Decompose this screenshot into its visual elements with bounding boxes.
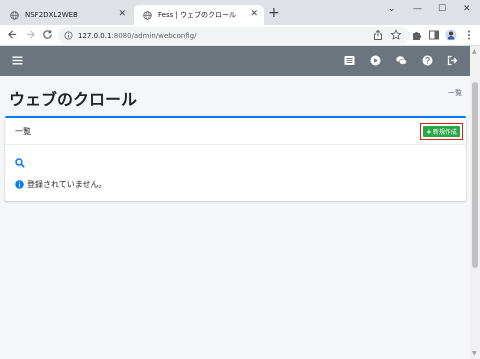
search-icon[interactable] [15, 158, 25, 168]
main-content: ウェブのクロール 一覧 一覧 + 新規作成 登録されていません。 [0, 76, 470, 359]
scroll-up-icon[interactable]: ▲ [472, 48, 477, 55]
scroll-down-icon[interactable]: ▼ [472, 350, 477, 357]
profile-avatar-icon[interactable] [445, 29, 457, 41]
plus-icon: + [426, 127, 432, 136]
comments-icon[interactable] [396, 55, 407, 66]
globe-icon [143, 10, 152, 20]
share-icon[interactable] [372, 29, 384, 41]
url-path: :8080/admin/webconfig/ [111, 31, 197, 40]
new-tab-button[interactable]: + [268, 6, 280, 20]
back-arrow-icon[interactable] [7, 29, 18, 40]
scrollbar-thumb[interactable] [472, 82, 478, 268]
question-icon[interactable] [422, 55, 433, 66]
side-panel-icon[interactable] [428, 29, 440, 41]
bookmark-star-icon[interactable] [390, 29, 402, 41]
window-close-button[interactable]: ✕ [463, 4, 471, 14]
create-new-label: 新規作成 [432, 129, 457, 136]
list-card: 一覧 + 新規作成 登録されていません。 [5, 116, 466, 201]
app-navbar [0, 46, 470, 76]
url-host: 127.0.0.1 [78, 31, 112, 40]
browser-tabstrip: NSF2DXL2WEB ✕ Fess | ウェブのクロール ✕ + ⌄ — ☐ … [0, 0, 480, 25]
play-icon[interactable] [370, 55, 381, 66]
create-new-highlight: + 新規作成 [420, 123, 463, 140]
globe-icon [10, 10, 19, 20]
sign-out-icon[interactable] [447, 55, 458, 66]
list-icon[interactable] [344, 55, 355, 66]
minimize-button[interactable]: — [413, 4, 422, 14]
reload-icon[interactable] [42, 29, 53, 40]
info-circle-icon [15, 180, 24, 189]
site-info-icon[interactable] [64, 31, 73, 40]
tab-close-icon[interactable]: ✕ [118, 10, 126, 19]
extensions-icon[interactable] [411, 29, 423, 41]
card-header: 一覧 + 新規作成 [5, 118, 466, 145]
hamburger-icon[interactable] [12, 55, 23, 66]
tab-search-icon[interactable]: ⌄ [388, 4, 396, 14]
page-title: ウェブのクロール [9, 90, 138, 109]
create-new-button[interactable]: + 新規作成 [423, 126, 460, 137]
breadcrumb: 一覧 [448, 89, 462, 97]
browser-toolbar: 127.0.0.1:8080/admin/webconfig/ [0, 25, 480, 46]
forward-arrow-icon[interactable] [25, 29, 36, 40]
maximize-button[interactable]: ☐ [438, 4, 446, 14]
browser-tab-nsf2dxl2web[interactable]: NSF2DXL2WEB ✕ [1, 5, 132, 25]
tab-close-icon[interactable]: ✕ [250, 10, 258, 19]
browser-tab-fess[interactable]: Fess | ウェブのクロール ✕ [134, 5, 264, 25]
page-scrollbar[interactable]: ▲ ▼ [470, 46, 480, 359]
empty-message: 登録されていません。 [27, 180, 107, 189]
tab-title: NSF2DXL2WEB [25, 11, 78, 19]
empty-notice: 登録されていません。 [15, 179, 107, 190]
card-title: 一覧 [15, 127, 31, 136]
more-menu-icon[interactable] [463, 29, 475, 41]
address-bar[interactable]: 127.0.0.1:8080/admin/webconfig/ [58, 27, 410, 44]
tab-title: Fess | ウェブのクロール [158, 11, 237, 19]
